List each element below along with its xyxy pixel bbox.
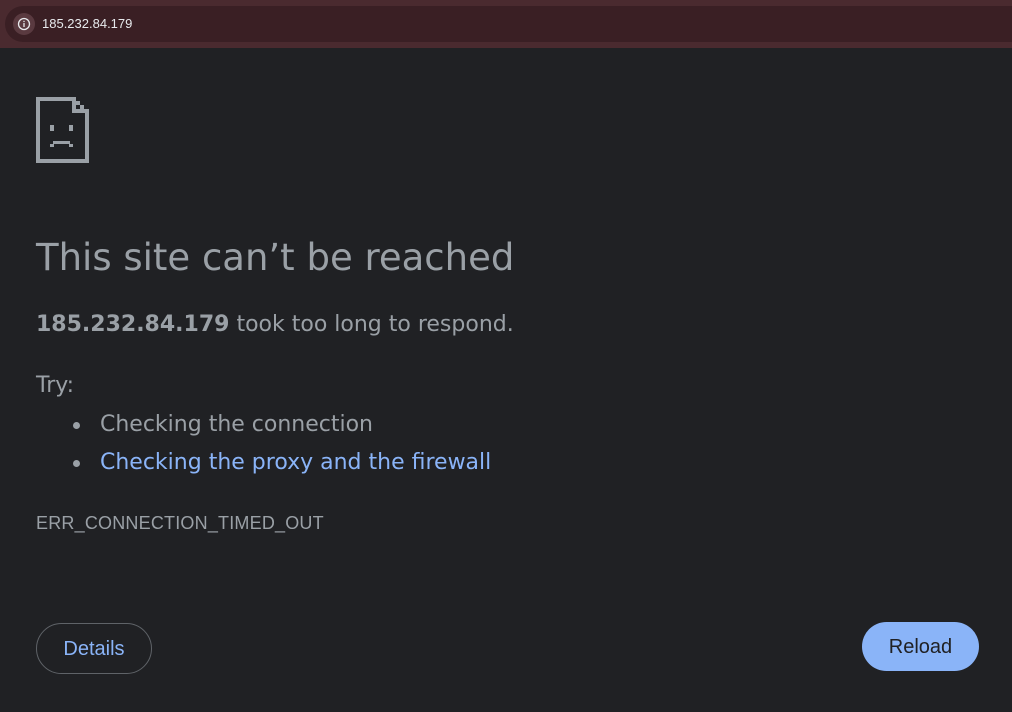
details-button[interactable]: Details: [36, 623, 152, 674]
error-page: This site can’t be reached 185.232.84.17…: [0, 48, 1012, 712]
url-text[interactable]: 185.232.84.179: [42, 15, 132, 33]
suggestions-list: Checking the connection Checking the pro…: [36, 410, 491, 486]
reload-button[interactable]: Reload: [862, 622, 979, 671]
description-suffix: took too long to respond.: [229, 312, 514, 337]
sad-page-icon: [36, 97, 89, 163]
host-name: 185.232.84.179: [36, 312, 230, 337]
info-icon[interactable]: [13, 13, 35, 35]
proxy-firewall-link[interactable]: Checking the proxy and the firewall: [100, 450, 491, 475]
suggestion-check-connection: Checking the connection: [72, 410, 491, 440]
address-bar[interactable]: 185.232.84.179: [5, 6, 1012, 42]
try-label: Try:: [36, 373, 75, 398]
page-title: This site can’t be reached: [36, 236, 515, 279]
suggestion-check-proxy-firewall[interactable]: Checking the proxy and the firewall: [72, 448, 491, 478]
browser-toolbar: 185.232.84.179: [0, 0, 1012, 48]
error-description: 185.232.84.179 took too long to respond.: [36, 310, 514, 340]
error-code: ERR_CONNECTION_TIMED_OUT: [36, 513, 324, 533]
